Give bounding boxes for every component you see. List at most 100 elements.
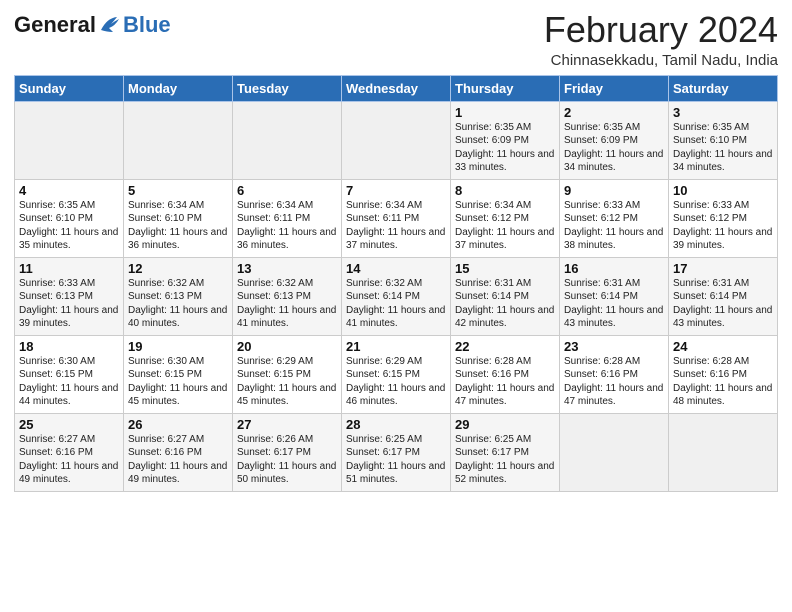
day-number: 17 (673, 261, 773, 276)
calendar-day-cell (124, 101, 233, 179)
day-info: Sunrise: 6:33 AM Sunset: 6:12 PM Dayligh… (673, 199, 773, 253)
calendar-day-cell: 5Sunrise: 6:34 AM Sunset: 6:10 PM Daylig… (124, 179, 233, 257)
day-info: Sunrise: 6:27 AM Sunset: 6:16 PM Dayligh… (19, 433, 119, 487)
day-number: 5 (128, 183, 228, 198)
calendar-day-cell: 13Sunrise: 6:32 AM Sunset: 6:13 PM Dayli… (233, 257, 342, 335)
calendar-day-header: Wednesday (342, 75, 451, 101)
calendar-day-cell: 27Sunrise: 6:26 AM Sunset: 6:17 PM Dayli… (233, 413, 342, 491)
day-info: Sunrise: 6:25 AM Sunset: 6:17 PM Dayligh… (346, 433, 446, 487)
calendar-week-row: 11Sunrise: 6:33 AM Sunset: 6:13 PM Dayli… (15, 257, 778, 335)
calendar-day-cell: 23Sunrise: 6:28 AM Sunset: 6:16 PM Dayli… (560, 335, 669, 413)
calendar-week-row: 25Sunrise: 6:27 AM Sunset: 6:16 PM Dayli… (15, 413, 778, 491)
day-number: 13 (237, 261, 337, 276)
day-info: Sunrise: 6:28 AM Sunset: 6:16 PM Dayligh… (673, 355, 773, 409)
calendar-day-header: Monday (124, 75, 233, 101)
day-info: Sunrise: 6:29 AM Sunset: 6:15 PM Dayligh… (237, 355, 337, 409)
day-number: 11 (19, 261, 119, 276)
day-number: 8 (455, 183, 555, 198)
calendar-day-cell: 4Sunrise: 6:35 AM Sunset: 6:10 PM Daylig… (15, 179, 124, 257)
day-number: 12 (128, 261, 228, 276)
calendar-day-cell: 3Sunrise: 6:35 AM Sunset: 6:10 PM Daylig… (669, 101, 778, 179)
day-info: Sunrise: 6:29 AM Sunset: 6:15 PM Dayligh… (346, 355, 446, 409)
calendar-day-cell (342, 101, 451, 179)
day-info: Sunrise: 6:35 AM Sunset: 6:10 PM Dayligh… (19, 199, 119, 253)
day-info: Sunrise: 6:25 AM Sunset: 6:17 PM Dayligh… (455, 433, 555, 487)
calendar: SundayMondayTuesdayWednesdayThursdayFrid… (14, 75, 778, 492)
day-info: Sunrise: 6:31 AM Sunset: 6:14 PM Dayligh… (673, 277, 773, 331)
title-block: February 2024 Chinnasekkadu, Tamil Nadu,… (544, 10, 778, 69)
calendar-day-cell: 20Sunrise: 6:29 AM Sunset: 6:15 PM Dayli… (233, 335, 342, 413)
day-number: 3 (673, 105, 773, 120)
calendar-day-cell (560, 413, 669, 491)
calendar-day-header: Saturday (669, 75, 778, 101)
month-title: February 2024 (544, 10, 778, 50)
calendar-day-cell: 22Sunrise: 6:28 AM Sunset: 6:16 PM Dayli… (451, 335, 560, 413)
day-info: Sunrise: 6:28 AM Sunset: 6:16 PM Dayligh… (564, 355, 664, 409)
day-info: Sunrise: 6:32 AM Sunset: 6:13 PM Dayligh… (237, 277, 337, 331)
day-number: 22 (455, 339, 555, 354)
day-number: 16 (564, 261, 664, 276)
day-number: 6 (237, 183, 337, 198)
calendar-day-cell: 12Sunrise: 6:32 AM Sunset: 6:13 PM Dayli… (124, 257, 233, 335)
calendar-day-cell: 19Sunrise: 6:30 AM Sunset: 6:15 PM Dayli… (124, 335, 233, 413)
calendar-day-cell: 8Sunrise: 6:34 AM Sunset: 6:12 PM Daylig… (451, 179, 560, 257)
day-info: Sunrise: 6:35 AM Sunset: 6:09 PM Dayligh… (455, 121, 555, 175)
day-info: Sunrise: 6:34 AM Sunset: 6:10 PM Dayligh… (128, 199, 228, 253)
day-number: 1 (455, 105, 555, 120)
day-number: 21 (346, 339, 446, 354)
day-number: 29 (455, 417, 555, 432)
calendar-day-cell: 29Sunrise: 6:25 AM Sunset: 6:17 PM Dayli… (451, 413, 560, 491)
day-number: 19 (128, 339, 228, 354)
header: General Blue February 2024 Chinnasekkadu… (14, 10, 778, 69)
day-number: 9 (564, 183, 664, 198)
calendar-day-cell: 14Sunrise: 6:32 AM Sunset: 6:14 PM Dayli… (342, 257, 451, 335)
calendar-day-cell: 26Sunrise: 6:27 AM Sunset: 6:16 PM Dayli… (124, 413, 233, 491)
day-info: Sunrise: 6:34 AM Sunset: 6:11 PM Dayligh… (237, 199, 337, 253)
calendar-day-cell: 7Sunrise: 6:34 AM Sunset: 6:11 PM Daylig… (342, 179, 451, 257)
calendar-day-cell: 16Sunrise: 6:31 AM Sunset: 6:14 PM Dayli… (560, 257, 669, 335)
calendar-day-cell (15, 101, 124, 179)
day-number: 27 (237, 417, 337, 432)
calendar-day-cell: 6Sunrise: 6:34 AM Sunset: 6:11 PM Daylig… (233, 179, 342, 257)
day-info: Sunrise: 6:26 AM Sunset: 6:17 PM Dayligh… (237, 433, 337, 487)
calendar-week-row: 1Sunrise: 6:35 AM Sunset: 6:09 PM Daylig… (15, 101, 778, 179)
logo-bird-icon (99, 16, 121, 34)
calendar-day-cell: 9Sunrise: 6:33 AM Sunset: 6:12 PM Daylig… (560, 179, 669, 257)
logo: General Blue (14, 12, 171, 38)
day-info: Sunrise: 6:31 AM Sunset: 6:14 PM Dayligh… (564, 277, 664, 331)
calendar-week-row: 4Sunrise: 6:35 AM Sunset: 6:10 PM Daylig… (15, 179, 778, 257)
day-info: Sunrise: 6:34 AM Sunset: 6:11 PM Dayligh… (346, 199, 446, 253)
calendar-day-header: Friday (560, 75, 669, 101)
day-number: 24 (673, 339, 773, 354)
calendar-day-header: Tuesday (233, 75, 342, 101)
calendar-day-cell (669, 413, 778, 491)
day-number: 18 (19, 339, 119, 354)
calendar-week-row: 18Sunrise: 6:30 AM Sunset: 6:15 PM Dayli… (15, 335, 778, 413)
calendar-day-cell: 17Sunrise: 6:31 AM Sunset: 6:14 PM Dayli… (669, 257, 778, 335)
day-info: Sunrise: 6:28 AM Sunset: 6:16 PM Dayligh… (455, 355, 555, 409)
page: General Blue February 2024 Chinnasekkadu… (0, 0, 792, 612)
location: Chinnasekkadu, Tamil Nadu, India (544, 52, 778, 69)
calendar-day-header: Thursday (451, 75, 560, 101)
day-number: 15 (455, 261, 555, 276)
calendar-day-cell: 1Sunrise: 6:35 AM Sunset: 6:09 PM Daylig… (451, 101, 560, 179)
calendar-day-cell: 11Sunrise: 6:33 AM Sunset: 6:13 PM Dayli… (15, 257, 124, 335)
day-info: Sunrise: 6:33 AM Sunset: 6:12 PM Dayligh… (564, 199, 664, 253)
day-info: Sunrise: 6:35 AM Sunset: 6:09 PM Dayligh… (564, 121, 664, 175)
calendar-day-cell: 18Sunrise: 6:30 AM Sunset: 6:15 PM Dayli… (15, 335, 124, 413)
day-info: Sunrise: 6:34 AM Sunset: 6:12 PM Dayligh… (455, 199, 555, 253)
calendar-day-cell: 2Sunrise: 6:35 AM Sunset: 6:09 PM Daylig… (560, 101, 669, 179)
day-info: Sunrise: 6:31 AM Sunset: 6:14 PM Dayligh… (455, 277, 555, 331)
day-number: 4 (19, 183, 119, 198)
day-number: 26 (128, 417, 228, 432)
day-info: Sunrise: 6:32 AM Sunset: 6:14 PM Dayligh… (346, 277, 446, 331)
calendar-day-cell: 25Sunrise: 6:27 AM Sunset: 6:16 PM Dayli… (15, 413, 124, 491)
calendar-day-cell: 24Sunrise: 6:28 AM Sunset: 6:16 PM Dayli… (669, 335, 778, 413)
logo-blue-text: Blue (123, 12, 171, 38)
day-number: 28 (346, 417, 446, 432)
calendar-day-cell: 15Sunrise: 6:31 AM Sunset: 6:14 PM Dayli… (451, 257, 560, 335)
day-number: 14 (346, 261, 446, 276)
day-number: 20 (237, 339, 337, 354)
day-number: 2 (564, 105, 664, 120)
day-info: Sunrise: 6:33 AM Sunset: 6:13 PM Dayligh… (19, 277, 119, 331)
